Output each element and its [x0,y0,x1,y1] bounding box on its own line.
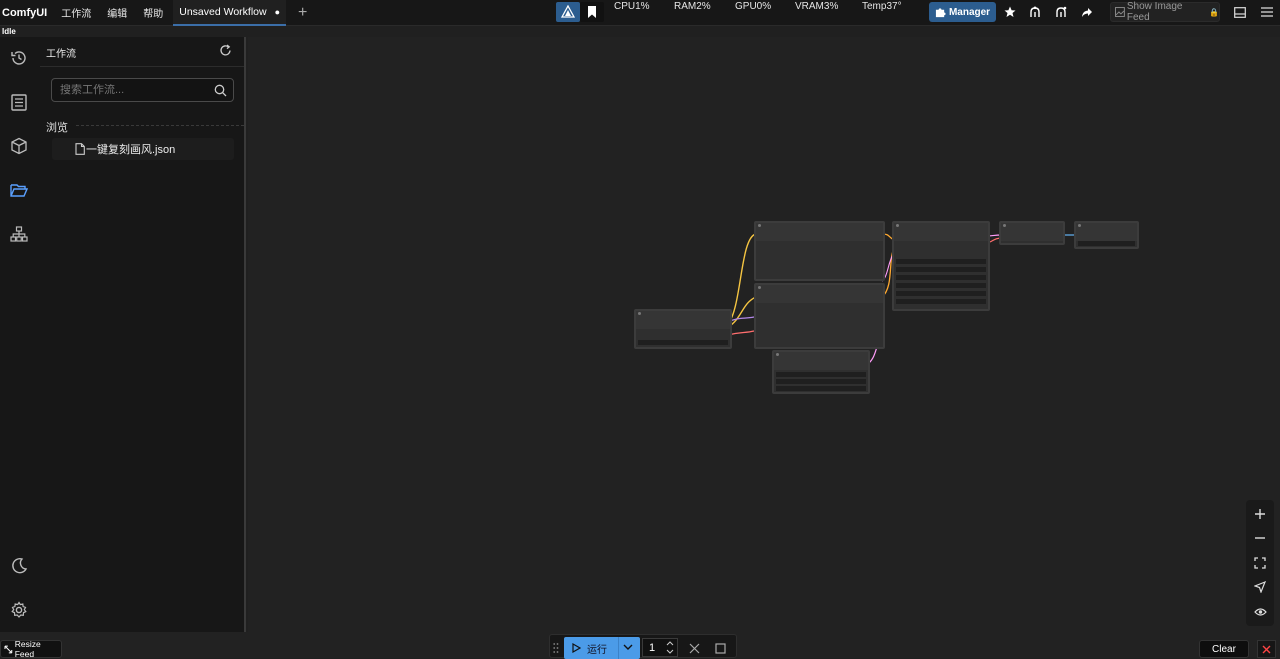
tab-label: Unsaved Workflow [179,5,267,18]
star-icon[interactable] [999,2,1021,22]
empty-latent-node[interactable] [772,350,870,394]
section-divider [76,125,244,126]
theme-moon-icon[interactable] [8,555,30,577]
clear-button[interactable]: Clear [1199,640,1249,658]
workflows-panel: 工作流 浏览 一键复刻画风.json [40,37,246,632]
resize-feed-button[interactable]: Resize Feed [0,639,62,659]
panel-divider [40,66,244,67]
run-button[interactable]: 运行 [564,637,640,659]
drag-handle-icon[interactable] [553,641,559,659]
history-icon[interactable] [8,47,30,69]
queue-toolbar [556,1,604,23]
model-library-cube-icon[interactable] [8,135,30,157]
close-feed-icon[interactable] [1257,640,1276,658]
cancel-x-icon[interactable] [689,641,700,659]
cpu-usage: CPU1% [614,1,650,12]
vram-usage: VRAM3% [795,1,839,12]
batch-count-value: 1 [649,641,656,654]
node-library-tree-icon[interactable] [8,223,30,245]
workflow-file-name: 一键复刻画风.json [86,144,176,156]
workflow-search[interactable] [51,78,234,102]
manager-label: Manager [948,6,991,18]
vae-decode-node[interactable] [999,221,1065,245]
toggle-links-eye-icon[interactable] [1250,602,1270,622]
tab-unsaved-workflow[interactable]: Unsaved Workflow ● [173,0,287,26]
zoom-out-icon[interactable] [1250,528,1270,548]
manager-button[interactable]: Manager [929,2,996,22]
sidebar-rail [0,37,40,632]
search-icon[interactable] [214,84,227,100]
feed-label: Show Image Feed [1126,1,1183,23]
branch-icon[interactable] [1050,2,1072,22]
gpu-usage: GPU0% [735,1,772,12]
file-icon [75,143,85,158]
share-graph-icon[interactable] [1024,2,1046,22]
bookmark-icon[interactable] [580,2,604,22]
logo-toggle-icon[interactable] [556,2,580,22]
queue-list-icon[interactable] [8,91,30,113]
resize-icon [4,645,13,653]
run-label: 运行 [587,644,607,656]
zoom-in-icon[interactable] [1250,504,1270,524]
settings-gear-icon[interactable] [8,599,30,621]
ram-usage: RAM2% [674,1,711,12]
run-toolbar: 运行 1 [549,634,737,659]
browse-section-label: 浏览 [46,122,68,134]
canvas-controls [1246,500,1274,626]
select-tool-icon[interactable] [1250,577,1270,597]
batch-stepper-icon[interactable] [666,640,674,658]
fit-view-icon[interactable] [1250,553,1270,573]
stop-square-icon[interactable] [715,641,726,659]
ksampler-node[interactable] [892,221,990,311]
negative-prompt-node[interactable] [754,283,885,349]
play-icon [572,643,581,653]
lock-icon: 🔒 [1209,7,1219,17]
resize-feed-label: Resize Feed [14,639,41,659]
batch-count-input[interactable]: 1 [642,638,678,657]
hamburger-menu-icon[interactable] [1256,2,1278,22]
share-arrow-icon[interactable] [1076,2,1098,22]
checkpoint-loader-node[interactable] [634,309,732,349]
workflow-search-input[interactable] [60,84,210,96]
panel-title: 工作流 [46,49,76,60]
puzzle-icon [935,7,946,17]
app-brand[interactable]: ComfyUI [0,7,53,19]
positive-prompt-node[interactable] [754,221,885,281]
image-icon [1115,7,1125,17]
panel-toggle-icon[interactable] [1229,2,1251,22]
refresh-icon[interactable] [219,44,233,58]
temp-readout: Temp37° [862,1,902,12]
menu-workflow[interactable]: 工作流 [53,5,99,20]
run-options-chevron-icon[interactable] [622,642,634,655]
save-image-node[interactable] [1074,221,1139,249]
workflows-folder-icon[interactable] [8,179,30,201]
queue-status: Idle [2,27,16,36]
show-image-feed-button[interactable]: Show Image Feed 🔒 [1110,1,1220,23]
menu-edit[interactable]: 编辑 [99,5,135,20]
graph-canvas[interactable] [248,37,1280,632]
workflow-file-item[interactable]: 一键复刻画风.json [52,138,234,160]
menu-help[interactable]: 帮助 [135,5,171,20]
add-tab-icon[interactable]: + [298,4,307,22]
modified-indicator: ● [274,6,281,17]
